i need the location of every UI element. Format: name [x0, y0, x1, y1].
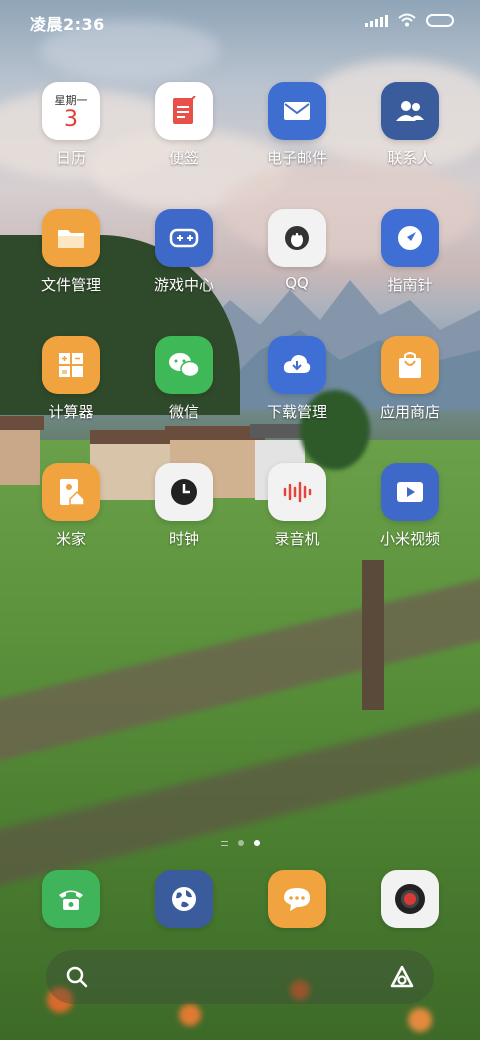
- status-time: 凌晨2:36: [30, 15, 105, 34]
- app-label: 计算器: [48, 403, 94, 421]
- app-label: 下载管理: [266, 403, 327, 421]
- recorder-icon: [268, 463, 326, 521]
- search-icon[interactable]: [66, 966, 88, 988]
- app-clock[interactable]: 时钟: [134, 463, 234, 549]
- app-file-manager[interactable]: 文件管理: [21, 209, 121, 295]
- browser-globe-icon: [155, 870, 213, 928]
- app-label: 游戏中心: [153, 276, 214, 294]
- dock-browser[interactable]: [134, 870, 234, 928]
- camera-icon: [381, 870, 439, 928]
- calendar-weekday: 星期一: [54, 94, 88, 107]
- app-email[interactable]: 电子邮件: [247, 82, 347, 168]
- folder-icon: [42, 209, 100, 267]
- messages-icon: [268, 870, 326, 928]
- mijia-home-icon: [42, 463, 100, 521]
- app-label: 电子邮件: [266, 149, 327, 167]
- phone-icon: [42, 870, 100, 928]
- wechat-icon: [155, 336, 213, 394]
- app-qq[interactable]: QQ: [247, 209, 347, 292]
- video-play-icon: [381, 463, 439, 521]
- app-label: 文件管理: [40, 276, 101, 294]
- store-bag-icon: [381, 336, 439, 394]
- clock-icon: [155, 463, 213, 521]
- dock-phone[interactable]: [21, 870, 121, 928]
- page-dot-active[interactable]: [253, 840, 260, 846]
- app-recorder[interactable]: 录音机: [247, 463, 347, 549]
- system-icons: [365, 13, 454, 27]
- page-dot[interactable]: [237, 840, 244, 846]
- battery-icon: [426, 13, 454, 27]
- gamepad-icon: [155, 209, 213, 267]
- app-notes[interactable]: 便签: [134, 82, 234, 168]
- calculator-icon: [42, 336, 100, 394]
- app-wechat[interactable]: 微信: [134, 336, 234, 422]
- notes-icon: [155, 82, 213, 140]
- status-bar: 凌晨2:36: [0, 0, 480, 42]
- assistant-icon[interactable]: [388, 964, 416, 990]
- app-label: 便签: [168, 149, 199, 167]
- app-calendar[interactable]: 星期一 3 日历: [21, 82, 121, 168]
- contacts-icon: [381, 82, 439, 140]
- compass-icon: [381, 209, 439, 267]
- app-label: 指南针: [387, 276, 433, 294]
- cell-signal-icon: [365, 13, 388, 27]
- app-game-center[interactable]: 游戏中心: [134, 209, 234, 295]
- app-store[interactable]: 应用商店: [360, 336, 460, 422]
- dock-messages[interactable]: [247, 870, 347, 928]
- app-label: 微信: [168, 403, 199, 421]
- mail-icon: [268, 82, 326, 140]
- search-bar[interactable]: [46, 950, 434, 1004]
- page-indicator-menu[interactable]: [220, 840, 228, 846]
- app-label: 联系人: [387, 149, 433, 167]
- app-label: QQ: [285, 274, 309, 292]
- app-label: 米家: [55, 530, 86, 548]
- dock-camera[interactable]: [360, 870, 460, 928]
- app-calculator[interactable]: 计算器: [21, 336, 121, 422]
- app-label: 时钟: [168, 530, 199, 548]
- wifi-icon: [398, 13, 416, 27]
- app-label: 小米视频: [379, 530, 440, 548]
- app-label: 录音机: [274, 530, 320, 548]
- app-download-manager[interactable]: 下载管理: [247, 336, 347, 422]
- app-mi-video[interactable]: 小米视频: [360, 463, 460, 549]
- calendar-day: 3: [64, 107, 78, 132]
- app-label: 日历: [55, 149, 86, 167]
- app-compass[interactable]: 指南针: [360, 209, 460, 295]
- app-contacts[interactable]: 联系人: [360, 82, 460, 168]
- calendar-icon: 星期一 3: [42, 82, 100, 140]
- app-mijia[interactable]: 米家: [21, 463, 121, 549]
- app-label: 应用商店: [379, 403, 440, 421]
- qq-penguin-icon: [268, 209, 326, 267]
- page-indicator: [0, 840, 480, 846]
- download-icon: [268, 336, 326, 394]
